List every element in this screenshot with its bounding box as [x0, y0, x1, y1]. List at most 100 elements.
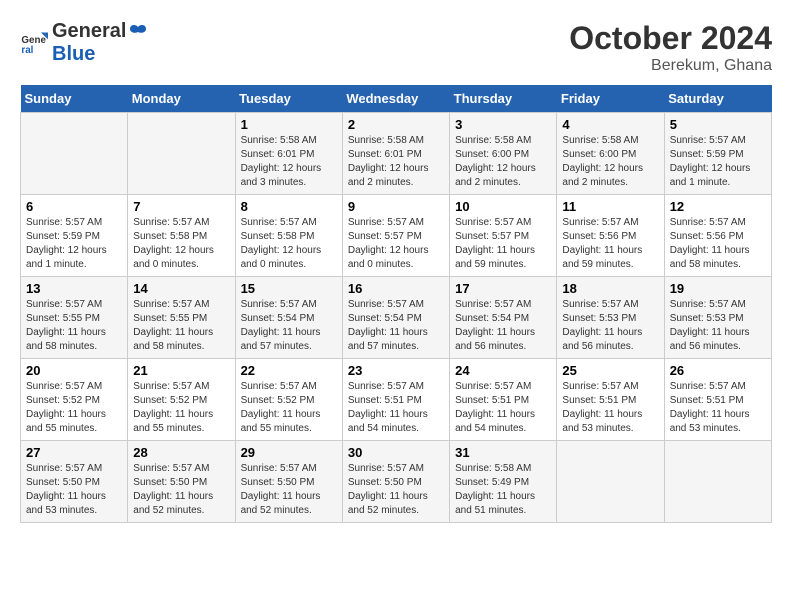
svg-text:ral: ral: [21, 45, 33, 56]
day-number: 20: [26, 363, 122, 378]
calendar-cell: [128, 113, 235, 195]
day-number: 15: [241, 281, 337, 296]
day-number: 26: [670, 363, 766, 378]
day-number: 23: [348, 363, 444, 378]
day-number: 3: [455, 117, 551, 132]
day-info: Sunrise: 5:57 AM Sunset: 5:54 PM Dayligh…: [348, 298, 444, 354]
calendar-cell: 30Sunrise: 5:57 AM Sunset: 5:50 PM Dayli…: [342, 441, 449, 523]
weekday-header-saturday: Saturday: [664, 85, 771, 113]
calendar-cell: 8 Sunrise: 5:57 AM Sunset: 5:58 PM Daylig…: [235, 195, 342, 277]
calendar-cell: [557, 441, 664, 523]
day-info: Sunrise: 5:57 AM Sunset: 5:58 PM Dayligh…: [133, 216, 229, 272]
day-number: 6: [26, 199, 122, 214]
day-number: 10: [455, 199, 551, 214]
day-number: 25: [562, 363, 658, 378]
day-info: Sunrise: 5:57 AM Sunset: 5:56 PM Dayligh…: [670, 216, 766, 272]
day-number: 17: [455, 281, 551, 296]
logo-blue: Blue: [52, 43, 148, 66]
calendar-week-2: 6 Sunrise: 5:57 AM Sunset: 5:59 PM Daylig…: [21, 195, 772, 277]
day-info: Sunrise: 5:57 AM Sunset: 5:54 PM Dayligh…: [241, 298, 337, 354]
day-number: 31: [455, 445, 551, 460]
location: Berekum, Ghana: [569, 57, 772, 75]
day-number: 29: [241, 445, 337, 460]
day-number: 11: [562, 199, 658, 214]
day-info: Sunrise: 5:57 AM Sunset: 5:58 PM Dayligh…: [241, 216, 337, 272]
day-info: Sunrise: 5:57 AM Sunset: 5:50 PM Dayligh…: [26, 462, 122, 518]
calendar-cell: 9Sunrise: 5:57 AM Sunset: 5:57 PM Daylig…: [342, 195, 449, 277]
day-info: Sunrise: 5:57 AM Sunset: 5:53 PM Dayligh…: [562, 298, 658, 354]
calendar-cell: 2 Sunrise: 5:58 AM Sunset: 6:01 PM Daylig…: [342, 113, 449, 195]
calendar-cell: 11 Sunrise: 5:57 AM Sunset: 5:56 PM Dayli…: [557, 195, 664, 277]
day-number: 1: [241, 117, 337, 132]
day-info: Sunrise: 5:57 AM Sunset: 5:54 PM Dayligh…: [455, 298, 551, 354]
logo-icon: Gene ral: [20, 29, 48, 57]
calendar-cell: 13 Sunrise: 5:57 AM Sunset: 5:55 PM Dayli…: [21, 277, 128, 359]
day-info: Sunrise: 5:58 AM Sunset: 6:00 PM Dayligh…: [562, 134, 658, 190]
day-info: Sunrise: 5:57 AM Sunset: 5:56 PM Dayligh…: [562, 216, 658, 272]
calendar-cell: 19 Sunrise: 5:57 AM Sunset: 5:53 PM Dayli…: [664, 277, 771, 359]
calendar-cell: [664, 441, 771, 523]
day-info: Sunrise: 5:57 AM Sunset: 5:50 PM Dayligh…: [241, 462, 337, 518]
day-number: 30: [348, 445, 444, 460]
calendar-cell: 22 Sunrise: 5:57 AM Sunset: 5:52 PM Dayli…: [235, 359, 342, 441]
calendar-cell: 16Sunrise: 5:57 AM Sunset: 5:54 PM Dayli…: [342, 277, 449, 359]
calendar-cell: 6 Sunrise: 5:57 AM Sunset: 5:59 PM Daylig…: [21, 195, 128, 277]
day-number: 7: [133, 199, 229, 214]
day-number: 22: [241, 363, 337, 378]
logo-bird-icon: [128, 22, 148, 42]
day-number: 19: [670, 281, 766, 296]
day-info: Sunrise: 5:57 AM Sunset: 5:55 PM Dayligh…: [133, 298, 229, 354]
weekday-header-thursday: Thursday: [450, 85, 557, 113]
calendar-cell: 18 Sunrise: 5:57 AM Sunset: 5:53 PM Dayli…: [557, 277, 664, 359]
day-info: Sunrise: 5:57 AM Sunset: 5:52 PM Dayligh…: [26, 380, 122, 436]
day-number: 4: [562, 117, 658, 132]
calendar-cell: 12 Sunrise: 5:57 AM Sunset: 5:56 PM Dayli…: [664, 195, 771, 277]
title-block: October 2024 Berekum, Ghana: [569, 20, 772, 75]
calendar-cell: 25 Sunrise: 5:57 AM Sunset: 5:51 PM Dayli…: [557, 359, 664, 441]
calendar-week-4: 20 Sunrise: 5:57 AM Sunset: 5:52 PM Dayli…: [21, 359, 772, 441]
weekday-header-sunday: Sunday: [21, 85, 128, 113]
calendar-cell: 4 Sunrise: 5:58 AM Sunset: 6:00 PM Daylig…: [557, 113, 664, 195]
calendar-cell: 20 Sunrise: 5:57 AM Sunset: 5:52 PM Dayli…: [21, 359, 128, 441]
calendar-table: SundayMondayTuesdayWednesdayThursdayFrid…: [20, 85, 772, 523]
calendar-cell: 5Sunrise: 5:57 AM Sunset: 5:59 PM Daylig…: [664, 113, 771, 195]
day-info: Sunrise: 5:57 AM Sunset: 5:55 PM Dayligh…: [26, 298, 122, 354]
calendar-cell: [21, 113, 128, 195]
day-info: Sunrise: 5:58 AM Sunset: 6:01 PM Dayligh…: [348, 134, 444, 190]
day-info: Sunrise: 5:57 AM Sunset: 5:50 PM Dayligh…: [133, 462, 229, 518]
calendar-cell: 26 Sunrise: 5:57 AM Sunset: 5:51 PM Dayli…: [664, 359, 771, 441]
day-info: Sunrise: 5:57 AM Sunset: 5:57 PM Dayligh…: [348, 216, 444, 272]
weekday-header-tuesday: Tuesday: [235, 85, 342, 113]
calendar-header: SundayMondayTuesdayWednesdayThursdayFrid…: [21, 85, 772, 113]
day-info: Sunrise: 5:57 AM Sunset: 5:53 PM Dayligh…: [670, 298, 766, 354]
day-info: Sunrise: 5:57 AM Sunset: 5:51 PM Dayligh…: [562, 380, 658, 436]
day-number: 13: [26, 281, 122, 296]
day-number: 24: [455, 363, 551, 378]
calendar-week-1: 1 Sunrise: 5:58 AM Sunset: 6:01 PM Daylig…: [21, 113, 772, 195]
weekday-header-monday: Monday: [128, 85, 235, 113]
day-number: 18: [562, 281, 658, 296]
day-number: 12: [670, 199, 766, 214]
weekday-row: SundayMondayTuesdayWednesdayThursdayFrid…: [21, 85, 772, 113]
calendar-week-3: 13 Sunrise: 5:57 AM Sunset: 5:55 PM Dayli…: [21, 277, 772, 359]
day-number: 2: [348, 117, 444, 132]
page-header: Gene ral General Blue October 2024 Berek…: [20, 20, 772, 75]
day-number: 5: [670, 117, 766, 132]
day-info: Sunrise: 5:58 AM Sunset: 6:00 PM Dayligh…: [455, 134, 551, 190]
calendar-cell: 17 Sunrise: 5:57 AM Sunset: 5:54 PM Dayli…: [450, 277, 557, 359]
day-info: Sunrise: 5:57 AM Sunset: 5:59 PM Dayligh…: [26, 216, 122, 272]
calendar-cell: 10Sunrise: 5:57 AM Sunset: 5:57 PM Dayli…: [450, 195, 557, 277]
weekday-header-wednesday: Wednesday: [342, 85, 449, 113]
day-info: Sunrise: 5:57 AM Sunset: 5:51 PM Dayligh…: [670, 380, 766, 436]
day-number: 14: [133, 281, 229, 296]
calendar-cell: 31Sunrise: 5:58 AM Sunset: 5:49 PM Dayli…: [450, 441, 557, 523]
month-title: October 2024: [569, 20, 772, 57]
day-number: 21: [133, 363, 229, 378]
calendar-week-5: 27Sunrise: 5:57 AM Sunset: 5:50 PM Dayli…: [21, 441, 772, 523]
day-number: 8: [241, 199, 337, 214]
day-info: Sunrise: 5:57 AM Sunset: 5:52 PM Dayligh…: [241, 380, 337, 436]
calendar-cell: 29 Sunrise: 5:57 AM Sunset: 5:50 PM Dayli…: [235, 441, 342, 523]
calendar-cell: 7 Sunrise: 5:57 AM Sunset: 5:58 PM Daylig…: [128, 195, 235, 277]
calendar-cell: 27Sunrise: 5:57 AM Sunset: 5:50 PM Dayli…: [21, 441, 128, 523]
calendar-cell: 14 Sunrise: 5:57 AM Sunset: 5:55 PM Dayli…: [128, 277, 235, 359]
